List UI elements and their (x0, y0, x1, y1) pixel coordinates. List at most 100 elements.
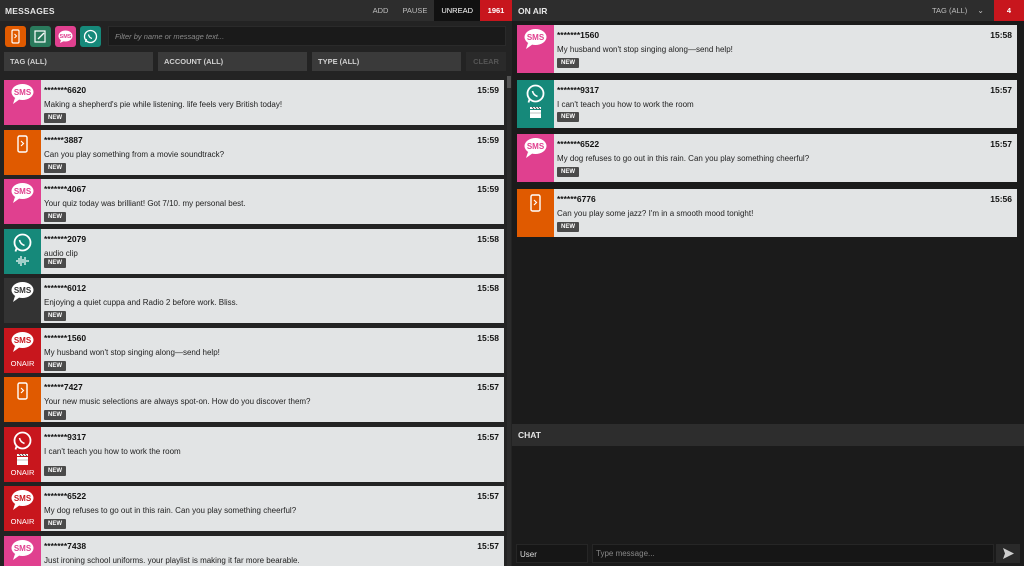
svg-text:SMS: SMS (14, 544, 32, 553)
message-text: Your quiz today was brilliant! Got 7/10.… (44, 199, 246, 208)
whatsapp-icon (526, 84, 545, 103)
message-card[interactable]: SMS *******1560 15:58 My husband won't stop… (517, 25, 1017, 73)
message-text: Your new music selections are always spo… (44, 397, 311, 406)
message-list-scrollbar[interactable] (507, 76, 511, 566)
whatsapp-icon (83, 29, 98, 44)
sender-number: *******4067 (44, 184, 87, 194)
sender-number: *******9317 (557, 84, 600, 95)
phone-icon (17, 382, 28, 400)
messages-header: MESSAGES ADD PAUSE UNREAD 1961 (0, 0, 512, 21)
sender-number: *******7438 (44, 541, 87, 551)
chat-title: CHAT (518, 430, 541, 440)
new-badge: NEW (557, 58, 579, 68)
scrollbar-thumb[interactable] (507, 76, 511, 88)
svg-text:SMS: SMS (14, 286, 32, 295)
send-icon (1003, 548, 1014, 559)
note-edit-icon (34, 30, 46, 43)
chat-log (512, 446, 1024, 542)
unread-button[interactable]: UNREAD (434, 0, 480, 21)
onair-header: ON AIR TAG (ALL) ⌄ 4 (512, 0, 1024, 21)
svg-text:SMS: SMS (527, 142, 545, 151)
svg-text:SMS: SMS (14, 494, 32, 503)
add-button[interactable]: ADD (366, 0, 396, 21)
chevron-down-icon[interactable]: ⌄ (977, 6, 994, 15)
sms-filter-button[interactable]: SMS (55, 26, 76, 47)
message-card[interactable]: ONAIR *******9317 15:57 I can't teach you h… (4, 427, 504, 482)
onair-tag-select[interactable]: TAG (ALL) (932, 6, 977, 15)
new-badge: NEW (44, 163, 66, 173)
message-card[interactable]: SMS *******7438 15:57 Just ironing school u… (4, 536, 504, 566)
note-filter-button[interactable] (30, 26, 51, 47)
sender-number: ******6776 (557, 193, 596, 204)
message-text: My dog refuses to go out in this rain. C… (557, 154, 810, 163)
messages-panel: MESSAGES ADD PAUSE UNREAD 1961 SMS TAG (… (0, 0, 512, 566)
message-source-tile: ONAIR (4, 427, 41, 482)
message-time: 15:56 (990, 193, 1012, 204)
source-filter-row: SMS (0, 26, 512, 48)
onair-label: ONAIR (10, 517, 35, 526)
svg-text:SMS: SMS (14, 336, 32, 345)
message-card[interactable]: SMS *******6620 15:59 Making a shepherd's p… (4, 80, 504, 125)
message-text: I can't teach you how to work the room (44, 447, 181, 456)
message-text: My dog refuses to go out in this rain. C… (44, 506, 297, 515)
message-text: Enjoying a quiet cuppa and Radio 2 befor… (44, 298, 238, 307)
new-badge: NEW (557, 167, 579, 177)
message-time: 15:57 (477, 541, 499, 551)
message-text: My husband won't stop singing along—send… (44, 348, 220, 357)
message-card[interactable]: *******9317 15:57 I can't teach you how to… (517, 79, 1017, 128)
pause-button[interactable]: PAUSE (395, 0, 434, 21)
message-text: Making a shepherd's pie while listening.… (44, 100, 283, 109)
message-time: 15:59 (477, 135, 499, 145)
onair-count-badge: 4 (994, 0, 1024, 21)
new-badge: NEW (557, 221, 579, 232)
whatsapp-filter-button[interactable] (80, 26, 101, 47)
video-clapper-icon (530, 106, 541, 118)
message-time: 15:57 (477, 491, 499, 501)
message-source-tile (4, 130, 41, 175)
new-badge: NEW (44, 519, 66, 529)
sms-icon: SMS (58, 30, 73, 43)
unread-count-badge: 1961 (480, 0, 512, 21)
tag-select[interactable]: TAG (ALL) (4, 52, 153, 71)
send-button[interactable] (996, 544, 1020, 563)
message-filter-input[interactable] (108, 26, 506, 46)
svg-text:SMS: SMS (60, 34, 72, 40)
account-select[interactable]: ACCOUNT (ALL) (158, 52, 307, 71)
phone-filter-button[interactable] (5, 26, 26, 47)
sender-number: *******6012 (44, 283, 87, 293)
message-card[interactable]: SMS ONAIR *******1560 15:58 My husband won't… (4, 328, 504, 373)
sms-icon: SMS (11, 540, 34, 560)
message-text: Can you play some jazz? I'm in a smooth … (557, 208, 754, 218)
message-card[interactable]: SMS *******6012 15:58 Enjoying a quiet cupp… (4, 278, 504, 323)
sms-icon: SMS (11, 183, 34, 203)
message-text: My husband won't stop singing along—send… (557, 45, 733, 54)
message-card[interactable]: SMS *******4067 15:59 Your quiz today was b… (4, 179, 504, 224)
message-card[interactable]: *******2079 15:58 audio clip NEW (4, 229, 504, 274)
new-badge: NEW (557, 111, 579, 122)
message-source-tile (517, 188, 554, 237)
message-text: Just ironing school uniforms. your playl… (44, 556, 300, 565)
whatsapp-icon (13, 431, 32, 450)
message-source-tile: SMS (517, 134, 554, 182)
chat-input-row: User (512, 542, 1024, 566)
onair-panel: ON AIR TAG (ALL) ⌄ 4 SMS *******1560 15:58… (512, 0, 1024, 566)
sender-number: *******6522 (557, 139, 600, 149)
clear-button[interactable]: CLEAR (466, 52, 506, 71)
message-time: 15:59 (477, 184, 499, 194)
message-card[interactable]: ******3887 15:59 Can you play something fr… (4, 130, 504, 175)
onair-label: ONAIR (10, 468, 35, 477)
type-select[interactable]: TYPE (ALL) (312, 52, 461, 71)
message-card[interactable]: SMS *******6522 15:57 My dog refuses to go … (517, 134, 1017, 182)
message-card[interactable]: SMS ONAIR *******6522 15:57 My dog refuses t… (4, 486, 504, 531)
message-card[interactable]: ******6776 15:56 Can you play some jazz? I… (517, 188, 1017, 237)
message-source-tile: SMS ONAIR (4, 328, 41, 373)
phone-icon (17, 135, 28, 153)
new-badge: NEW (44, 113, 66, 123)
sender-number: *******1560 (557, 30, 600, 40)
message-card[interactable]: ******7427 15:57 Your new music selections… (4, 377, 504, 422)
chat-message-input[interactable] (592, 544, 994, 563)
messages-title: MESSAGES (5, 5, 55, 16)
sms-icon: SMS (524, 29, 547, 49)
sms-icon: SMS (11, 84, 34, 104)
chat-user-field[interactable]: User (516, 544, 588, 563)
